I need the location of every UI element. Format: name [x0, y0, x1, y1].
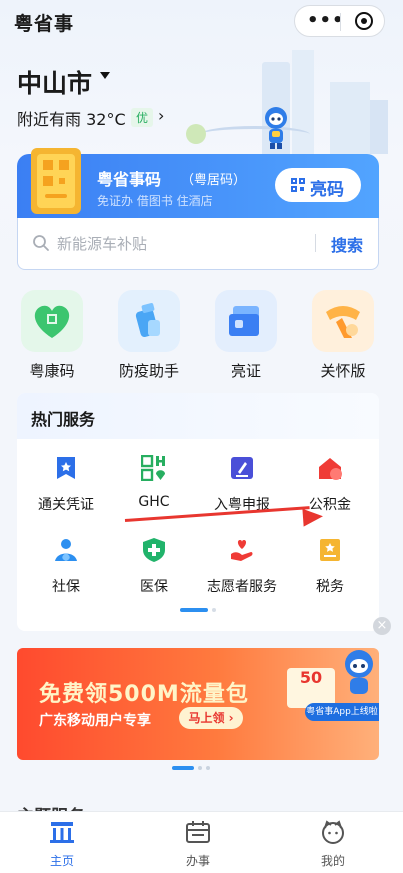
close-banner-icon[interactable]: × — [373, 617, 391, 635]
quick-action-label: 防疫助手 — [118, 362, 179, 380]
hot-services-pager-active — [180, 608, 208, 612]
code-description: 免证办 借图书 住酒店 — [97, 194, 213, 208]
calendar-icon — [186, 821, 210, 843]
service-label: 税务 — [316, 579, 344, 595]
quick-action-label: 亮证 — [230, 362, 261, 380]
banner-claim-button[interactable]: 马上领 › — [179, 707, 243, 729]
skyline-building — [330, 82, 370, 154]
annotation-arrow-head — [302, 507, 324, 527]
service-label: 公积金 — [309, 497, 351, 513]
weather-chevron-icon[interactable]: › — [158, 106, 164, 125]
customs-voucher-icon — [57, 457, 75, 479]
quick-action-health-code[interactable]: 粤康码 — [20, 290, 84, 381]
volunteer-icon — [231, 540, 253, 561]
epidemic-assistant-icon — [118, 290, 180, 352]
tax-icon — [320, 539, 340, 561]
quick-action-care-mode[interactable]: 关怀版 — [311, 290, 375, 381]
health-code-icon — [21, 290, 83, 352]
service-housing-fund[interactable]: 公积金 — [285, 455, 375, 514]
code-title: 粤省事码 — [97, 170, 162, 189]
banner-pager-active — [172, 766, 194, 770]
qr-code-illustration-icon — [31, 148, 81, 214]
license-cards-icon — [215, 290, 277, 352]
tab-label: 办事 — [185, 854, 210, 868]
qr-icon — [291, 178, 305, 192]
home-icon — [50, 822, 74, 843]
hot-services-pager-dot — [212, 608, 216, 612]
medical-insurance-icon — [143, 538, 165, 562]
search-input[interactable]: 新能源车补贴 — [57, 233, 147, 254]
city-selector[interactable]: 中山市 — [17, 64, 92, 100]
hot-services-panel: 热门服务 通关凭证 GHC 入粤申报 公积金 社保 医保 志愿者服务 税务 — [17, 393, 379, 631]
quick-action-label: 关怀版 — [320, 362, 366, 380]
aqi-badge: 优 — [131, 108, 154, 127]
service-social-security[interactable]: 社保 — [21, 537, 111, 596]
skyline-building — [370, 100, 388, 154]
mini-program-capsule: ••• — [294, 5, 385, 37]
close-miniprogram-icon[interactable] — [355, 12, 373, 30]
care-scarf-icon — [312, 290, 374, 352]
quick-action-epidemic-assistant[interactable]: 防疫助手 — [117, 290, 181, 381]
search-icon — [33, 235, 49, 251]
weather-text[interactable]: 附近有雨 32°C — [17, 106, 126, 130]
service-label: 通关凭证 — [38, 497, 94, 513]
service-tax[interactable]: 税务 — [285, 537, 375, 596]
quick-action-label: 粤康码 — [29, 362, 75, 380]
service-customs-voucher[interactable]: 通关凭证 — [21, 455, 111, 514]
service-volunteer[interactable]: 志愿者服务 — [197, 537, 287, 596]
service-entry-declare[interactable]: 入粤申报 — [197, 455, 287, 514]
banner-mascot-icon — [345, 650, 373, 694]
app-title: 粤省事 — [14, 13, 75, 35]
city-dropdown-icon[interactable] — [100, 72, 110, 79]
tab-services[interactable]: 办事 — [168, 820, 228, 869]
mascot-icon — [265, 107, 287, 149]
banner-title: 免费领500M流量包 — [39, 682, 249, 707]
tab-profile[interactable]: 我的 — [303, 820, 363, 869]
hot-services-title: 热门服务 — [31, 410, 96, 429]
tab-label: 主页 — [49, 854, 74, 868]
search-button[interactable]: 搜索 — [331, 232, 363, 256]
hot-services-header: 热门服务 — [17, 393, 379, 439]
yue-code-banner[interactable]: 粤省事码 （粤居码） 免证办 借图书 住酒店 亮码 — [17, 148, 379, 218]
service-label: 志愿者服务 — [207, 579, 277, 595]
banner-pager-dot — [206, 766, 210, 770]
show-code-button[interactable]: 亮码 — [275, 168, 361, 202]
tab-label: 我的 — [320, 854, 345, 868]
social-security-icon — [55, 539, 77, 561]
banner-subtitle: 广东移动用户专享 — [39, 713, 151, 729]
show-code-label: 亮码 — [310, 180, 344, 200]
bridge-decoration — [200, 126, 310, 143]
tab-home[interactable]: 主页 — [32, 820, 92, 869]
code-subtitle: （粤居码） — [181, 173, 247, 188]
search-bar[interactable]: 新能源车补贴 搜索 — [17, 218, 379, 270]
quick-action-show-license[interactable]: 亮证 — [214, 290, 278, 381]
service-medical-insurance[interactable]: 医保 — [109, 537, 199, 596]
tree-decoration — [186, 124, 206, 144]
profile-icon — [322, 820, 344, 844]
capsule-divider — [340, 13, 341, 31]
ghc-icon — [140, 454, 165, 482]
entry-declare-icon — [231, 457, 253, 479]
banner-coupon: 50 — [287, 668, 335, 708]
service-label: 社保 — [52, 579, 80, 595]
banner-pager-dot — [198, 766, 202, 770]
banner-app-tag: 粤省事App上线啦 — [305, 703, 379, 721]
service-ghc[interactable]: GHC — [109, 454, 199, 510]
housing-fund-icon — [319, 458, 342, 480]
service-label: 医保 — [140, 579, 168, 595]
bottom-tab-bar: 主页 办事 我的 — [0, 811, 403, 873]
promo-banner[interactable]: 免费领500M流量包 广东移动用户专享 马上领 › 50 粤省事App上线啦 — [17, 648, 379, 760]
search-divider — [315, 234, 316, 252]
more-menu-icon[interactable]: ••• — [307, 12, 345, 30]
service-label: GHC — [138, 494, 170, 510]
